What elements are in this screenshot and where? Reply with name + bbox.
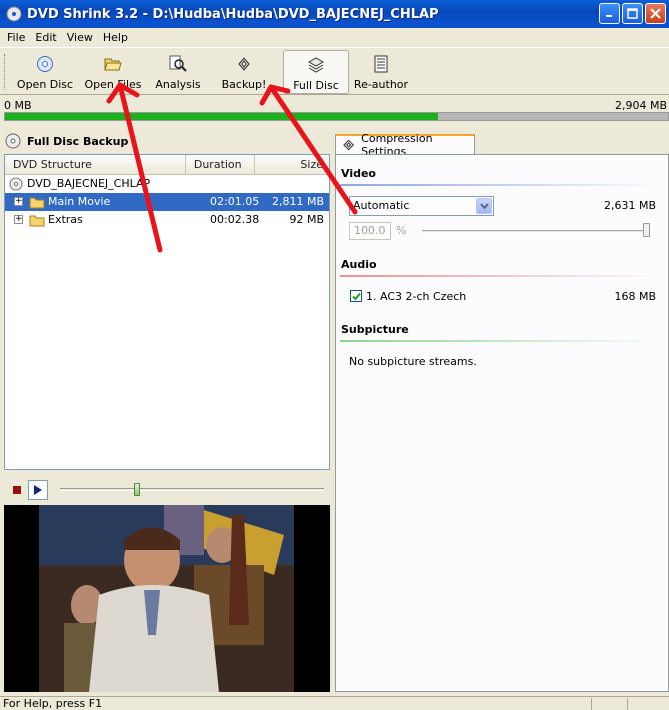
row-size: 92 MB (289, 213, 324, 226)
open-disc-button[interactable]: Open Disc (14, 50, 76, 94)
video-frame-image (4, 505, 330, 692)
window-title: DVD Shrink 3.2 - D:\Hudba\Hudba\DVD_BAJE… (27, 6, 439, 22)
stop-icon (13, 486, 21, 494)
menu-edit[interactable]: Edit (30, 31, 61, 44)
size-min-label: 0 MB (4, 99, 32, 112)
tree-row-main-movie[interactable]: + Main Movie 02:01.05 2,811 MB (5, 193, 329, 211)
size-max-label: 2,904 MB (614, 99, 667, 112)
backup-disc-icon (238, 57, 250, 71)
folder-open-icon (104, 58, 122, 71)
left-header-title: Full Disc Backup (27, 134, 129, 148)
size-progress-fill (5, 113, 438, 120)
play-button[interactable] (28, 480, 48, 500)
dvd-disc-icon (9, 177, 23, 191)
expand-plus-icon[interactable]: + (14, 197, 23, 206)
re-author-label: Re-author (353, 78, 409, 91)
subpicture-section-title: Subpicture (341, 323, 409, 336)
output-size-bar: 0 MB 2,904 MB (0, 96, 669, 126)
checkmark-icon (351, 292, 361, 300)
chevron-down-icon[interactable] (476, 198, 492, 214)
status-text: For Help, press F1 (3, 697, 103, 710)
full-disc-backup-header: Full Disc Backup (2, 130, 332, 152)
open-files-button[interactable]: Open Files (82, 50, 144, 94)
close-icon[interactable] (645, 3, 666, 24)
subpicture-section-divider (340, 340, 662, 342)
status-pane-divider (591, 698, 592, 710)
disc-stack-icon (307, 57, 325, 73)
play-icon (34, 485, 42, 495)
stop-button[interactable] (8, 481, 26, 499)
settings-panel: Video Automatic 2,631 MB 100.0 % Audio 1… (335, 154, 669, 692)
title-bar: DVD Shrink 3.2 - D:\Hudba\Hudba\DVD_BAJE… (0, 0, 669, 28)
video-compression-slider[interactable] (422, 230, 650, 233)
menu-view[interactable]: View (62, 31, 98, 44)
row-name: Main Movie (48, 195, 111, 208)
re-author-button[interactable]: Re-author (352, 50, 410, 94)
expand-plus-icon[interactable]: + (14, 215, 23, 224)
compression-settings-pane: Compression Settings Video Automatic 2,6… (335, 132, 669, 692)
backup-label: Backup! (221, 78, 267, 91)
tree-row-extras[interactable]: + Extras 00:02.38 92 MB (5, 211, 329, 229)
folder-icon (29, 197, 45, 209)
analysis-button[interactable]: Analysis (150, 50, 206, 94)
row-size: 2,811 MB (271, 195, 324, 208)
video-section-divider (340, 184, 662, 186)
list-header: DVD Structure Duration Size (5, 155, 329, 175)
column-duration[interactable]: Duration (186, 155, 256, 175)
size-progress-track (4, 112, 669, 121)
video-percent-input[interactable]: 100.0 (349, 222, 391, 240)
open-files-label: Open Files (84, 78, 142, 91)
analysis-label: Analysis (155, 78, 201, 91)
disc-icon (37, 56, 53, 72)
audio-track-label: 1. AC3 2-ch Czech (366, 290, 467, 303)
video-size: 2,631 MB (603, 199, 656, 212)
full-disc-label: Full Disc (293, 79, 339, 92)
toolbar-grip[interactable] (4, 54, 7, 90)
status-pane-divider (627, 698, 628, 710)
dropdown-value: Automatic (353, 199, 410, 212)
audio-section-divider (340, 275, 662, 277)
minimize-icon[interactable] (599, 3, 620, 24)
dvd-structure-list[interactable]: DVD Structure Duration Size DVD_BAJECNEJ… (4, 154, 330, 470)
audio-section-title: Audio (341, 258, 377, 271)
video-preview (4, 505, 330, 692)
tree-root-row[interactable]: DVD_BAJECNEJ_CHLAP (5, 175, 329, 193)
compression-icon (343, 139, 354, 151)
row-duration: 02:01.05 (210, 195, 260, 208)
column-dvd-structure[interactable]: DVD Structure (5, 155, 186, 175)
video-compression-slider-thumb[interactable] (643, 223, 650, 237)
video-section-title: Video (341, 167, 376, 180)
full-disc-button[interactable]: Full Disc (283, 50, 349, 94)
subpicture-message: No subpicture streams. (349, 355, 477, 368)
menu-bar: File Edit View Help (0, 28, 669, 46)
status-bar: For Help, press F1 (0, 696, 669, 710)
tab-compression-settings[interactable]: Compression Settings (335, 132, 475, 158)
audio-track-checkbox[interactable] (350, 290, 362, 302)
seek-slider[interactable] (60, 483, 324, 496)
row-duration: 00:02.38 (210, 213, 260, 226)
video-compression-dropdown[interactable]: Automatic (349, 196, 494, 216)
player-controls (4, 478, 330, 502)
magnifier-icon (169, 55, 187, 72)
dvd-shrink-app-icon (6, 6, 22, 22)
toolbar: Open Disc Open Files Analysis Backup! Fu… (0, 47, 669, 95)
audio-track-size: 168 MB (614, 290, 656, 303)
menu-file[interactable]: File (2, 31, 30, 44)
maximize-icon[interactable] (622, 3, 643, 24)
open-disc-label: Open Disc (16, 78, 74, 91)
folder-icon (29, 215, 45, 227)
tree-root-label: DVD_BAJECNEJ_CHLAP (27, 177, 151, 190)
seek-slider-thumb[interactable] (133, 483, 140, 496)
column-size[interactable]: Size (255, 155, 329, 175)
row-name: Extras (48, 213, 83, 226)
backup-button[interactable]: Backup! (216, 50, 272, 94)
percent-sign: % (396, 224, 407, 237)
document-list-icon (374, 55, 388, 73)
menu-help[interactable]: Help (98, 31, 133, 44)
disc-icon (5, 133, 21, 149)
